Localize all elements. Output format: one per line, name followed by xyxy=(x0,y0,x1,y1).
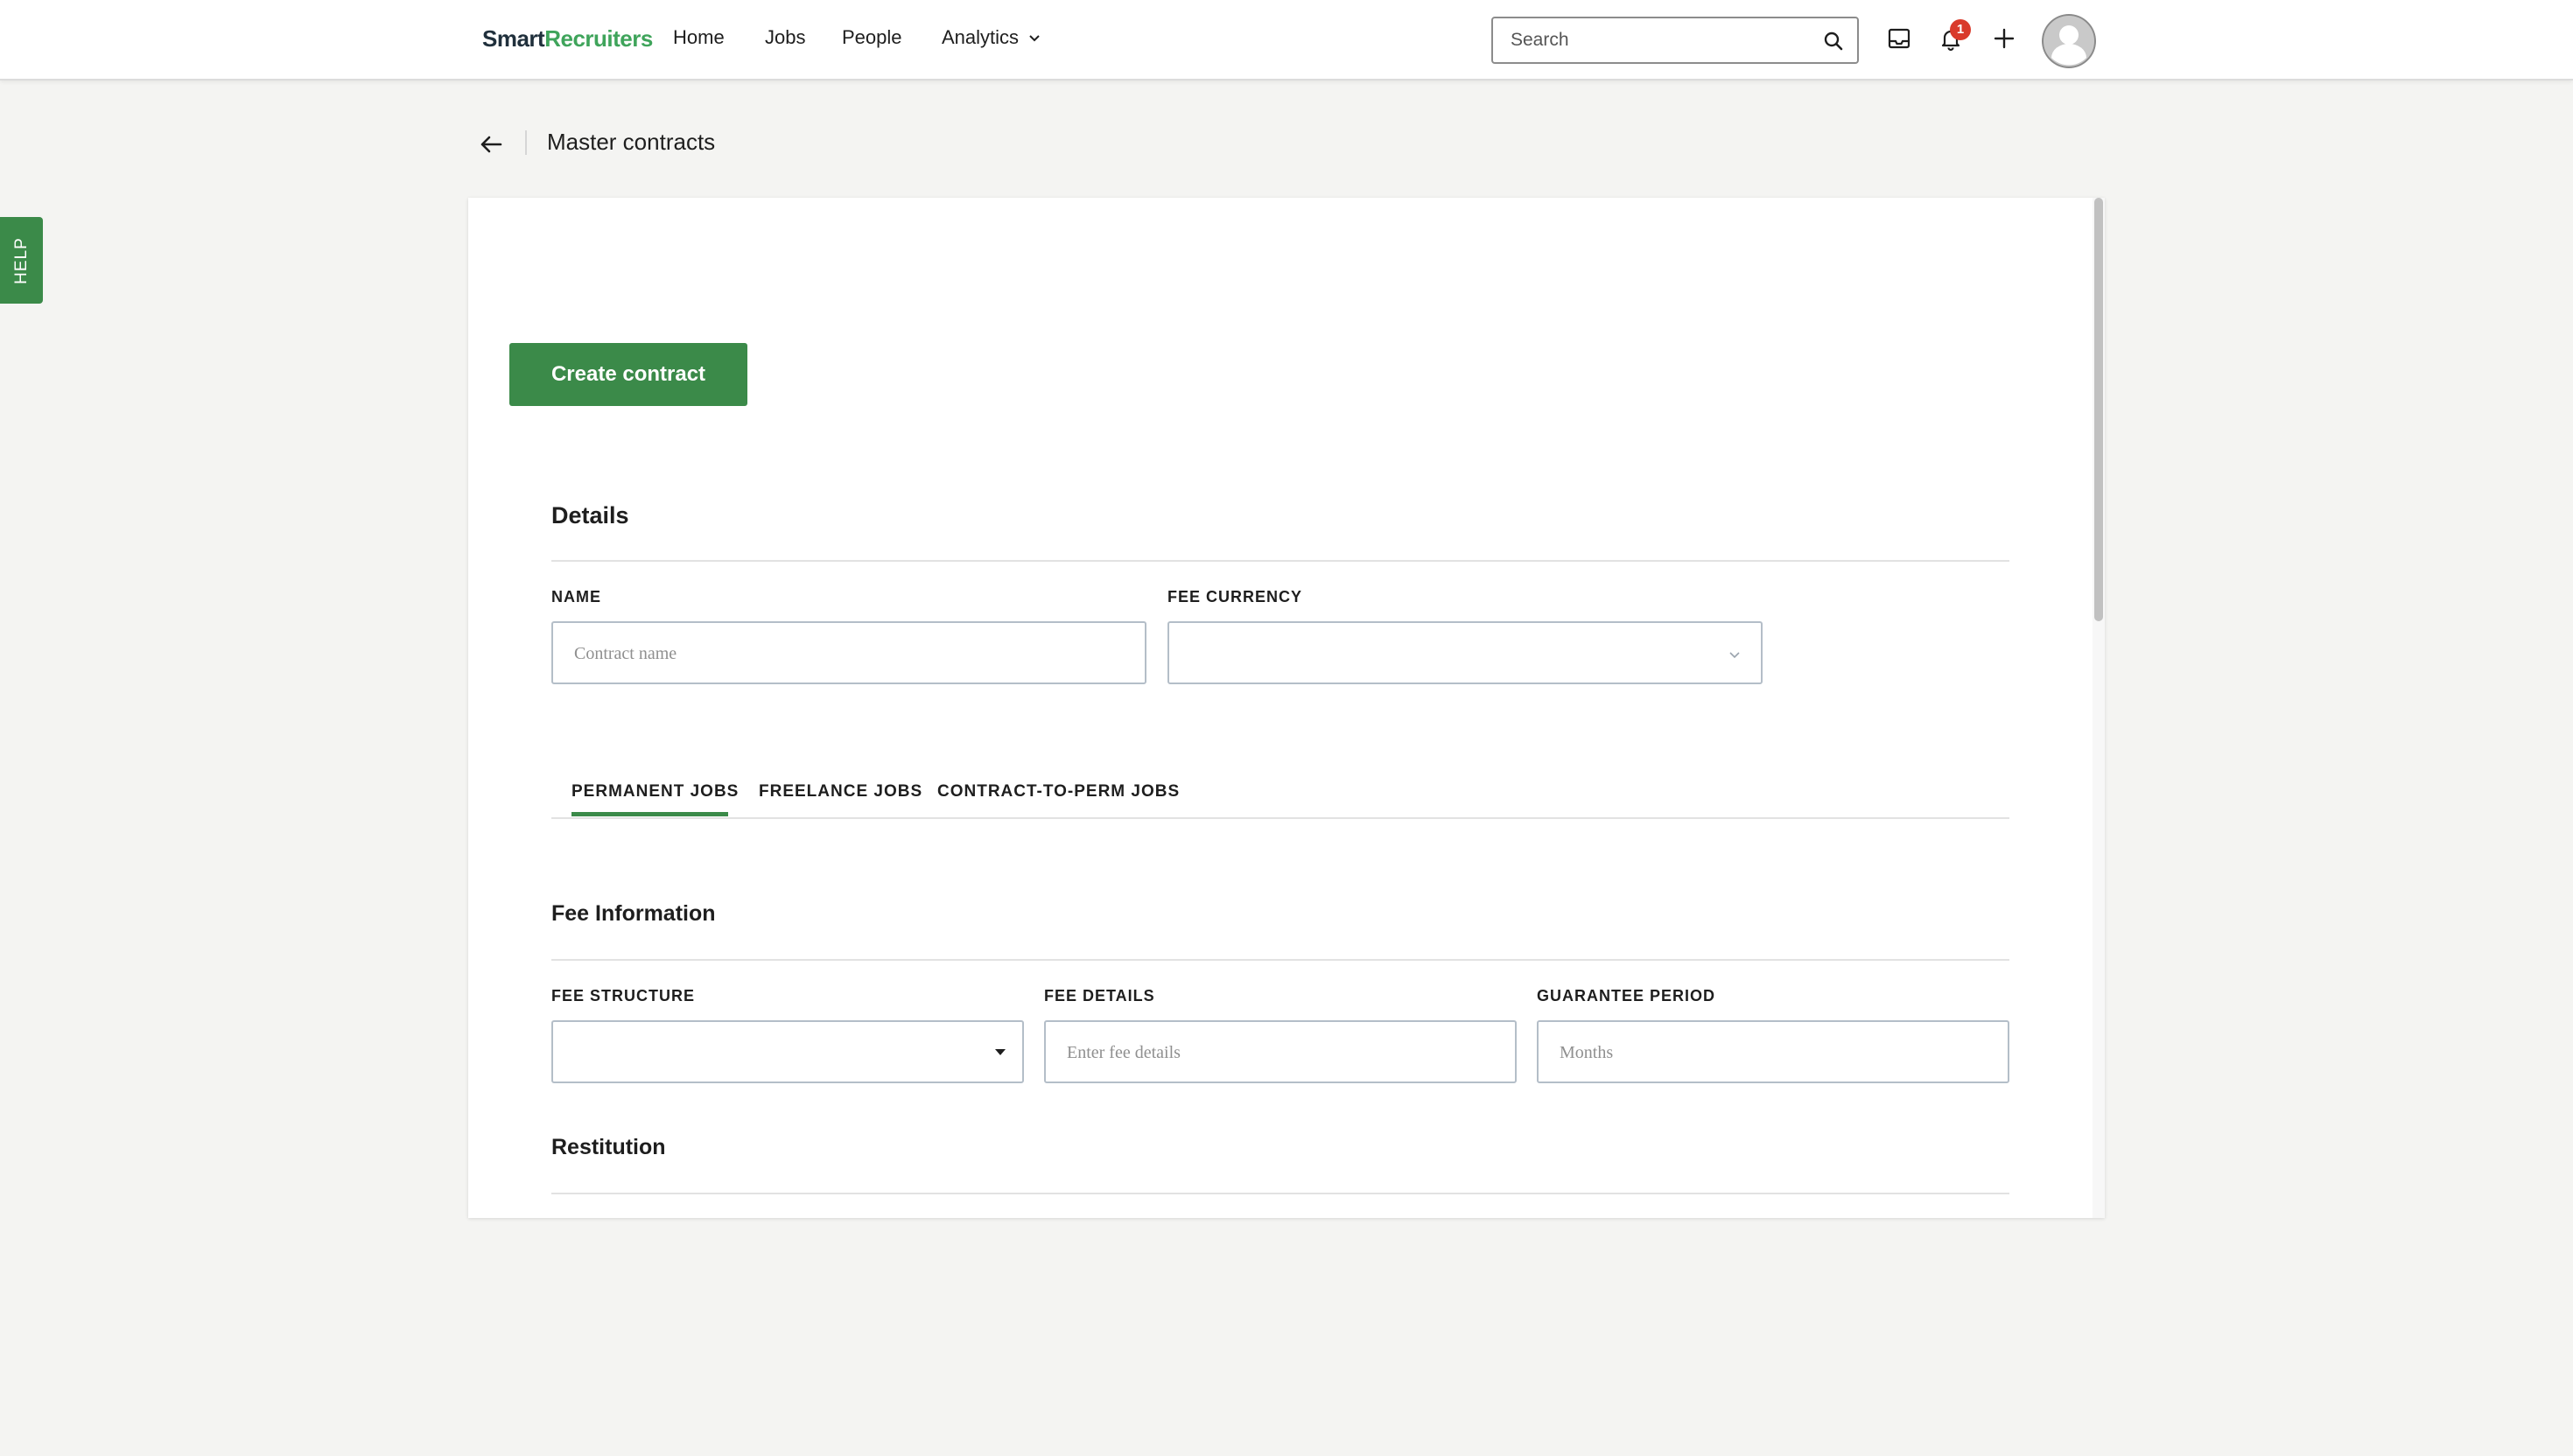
fee-currency-select[interactable] xyxy=(1167,621,1763,684)
active-tab-indicator xyxy=(571,812,728,816)
inbox-icon[interactable] xyxy=(1885,24,1913,52)
page-title: Master contracts xyxy=(547,129,716,155)
nav-jobs[interactable]: Jobs xyxy=(765,26,805,49)
arrow-left-icon[interactable] xyxy=(476,130,506,159)
scrollbar-track[interactable] xyxy=(2093,198,2105,1218)
smartrecruiters-logo[interactable]: SmartRecruiters xyxy=(482,25,653,52)
logo-part-smart: Smart xyxy=(482,25,545,52)
notification-badge: 1 xyxy=(1950,19,1971,40)
guarantee-period-field[interactable] xyxy=(1537,1020,2009,1083)
fee-structure-label: FEE STRUCTURE xyxy=(551,987,696,1004)
search-input[interactable] xyxy=(1511,27,1808,53)
guarantee-period-input[interactable] xyxy=(1560,1040,1935,1066)
nav-analytics-label: Analytics xyxy=(942,26,1020,48)
tab-contract-to-perm-jobs[interactable]: CONTRACT-TO-PERM JOBS xyxy=(937,782,1180,802)
fee-details-label: FEE DETAILS xyxy=(1044,987,1155,1004)
help-tab[interactable]: HELP xyxy=(0,217,43,304)
search-icon[interactable] xyxy=(1822,30,1845,52)
restitution-title: Restitution xyxy=(551,1135,666,1159)
divider xyxy=(551,560,2009,562)
chevron-down-icon xyxy=(1729,652,1740,659)
fee-currency-label: FEE CURRENCY xyxy=(1167,588,1303,606)
divider xyxy=(551,959,2009,961)
nav-people[interactable]: People xyxy=(842,26,902,49)
guarantee-period-label: GUARANTEE PERIOD xyxy=(1537,987,1716,1004)
tabs-divider xyxy=(551,817,2009,819)
contract-name-input[interactable] xyxy=(574,640,1048,667)
fee-details-input[interactable] xyxy=(1067,1040,1442,1066)
user-avatar-icon xyxy=(2042,14,2096,68)
top-navigation-bar: SmartRecruiters Home Jobs People Analyti… xyxy=(0,0,2573,80)
name-label: NAME xyxy=(551,588,601,606)
fee-structure-select[interactable] xyxy=(551,1020,1024,1083)
divider xyxy=(551,1193,2009,1194)
nav-analytics[interactable]: Analytics xyxy=(942,26,1041,49)
user-avatar[interactable] xyxy=(2042,14,2096,68)
nav-home[interactable]: Home xyxy=(673,26,725,49)
plus-icon[interactable] xyxy=(1990,24,2018,52)
search-box[interactable] xyxy=(1491,17,1859,64)
fee-information-title: Fee Information xyxy=(551,901,716,926)
scrollbar-thumb[interactable] xyxy=(2094,198,2103,621)
chevron-down-icon xyxy=(1029,35,1040,42)
breadcrumb-divider xyxy=(525,130,527,155)
name-field[interactable] xyxy=(551,621,1146,684)
fee-details-field[interactable] xyxy=(1044,1020,1517,1083)
tab-freelance-jobs[interactable]: FREELANCE JOBS xyxy=(759,782,922,802)
create-contract-button[interactable]: Create contract xyxy=(509,343,747,406)
details-section-title: Details xyxy=(551,502,629,528)
contract-form-card: Create contract Details NAME FEE CURRENC… xyxy=(468,198,2105,1218)
logo-part-recruiters: Recruiters xyxy=(544,25,653,52)
tab-permanent-jobs[interactable]: PERMANENT JOBS xyxy=(571,782,739,802)
help-tab-label: HELP xyxy=(11,236,31,284)
caret-down-icon xyxy=(995,1049,1006,1055)
